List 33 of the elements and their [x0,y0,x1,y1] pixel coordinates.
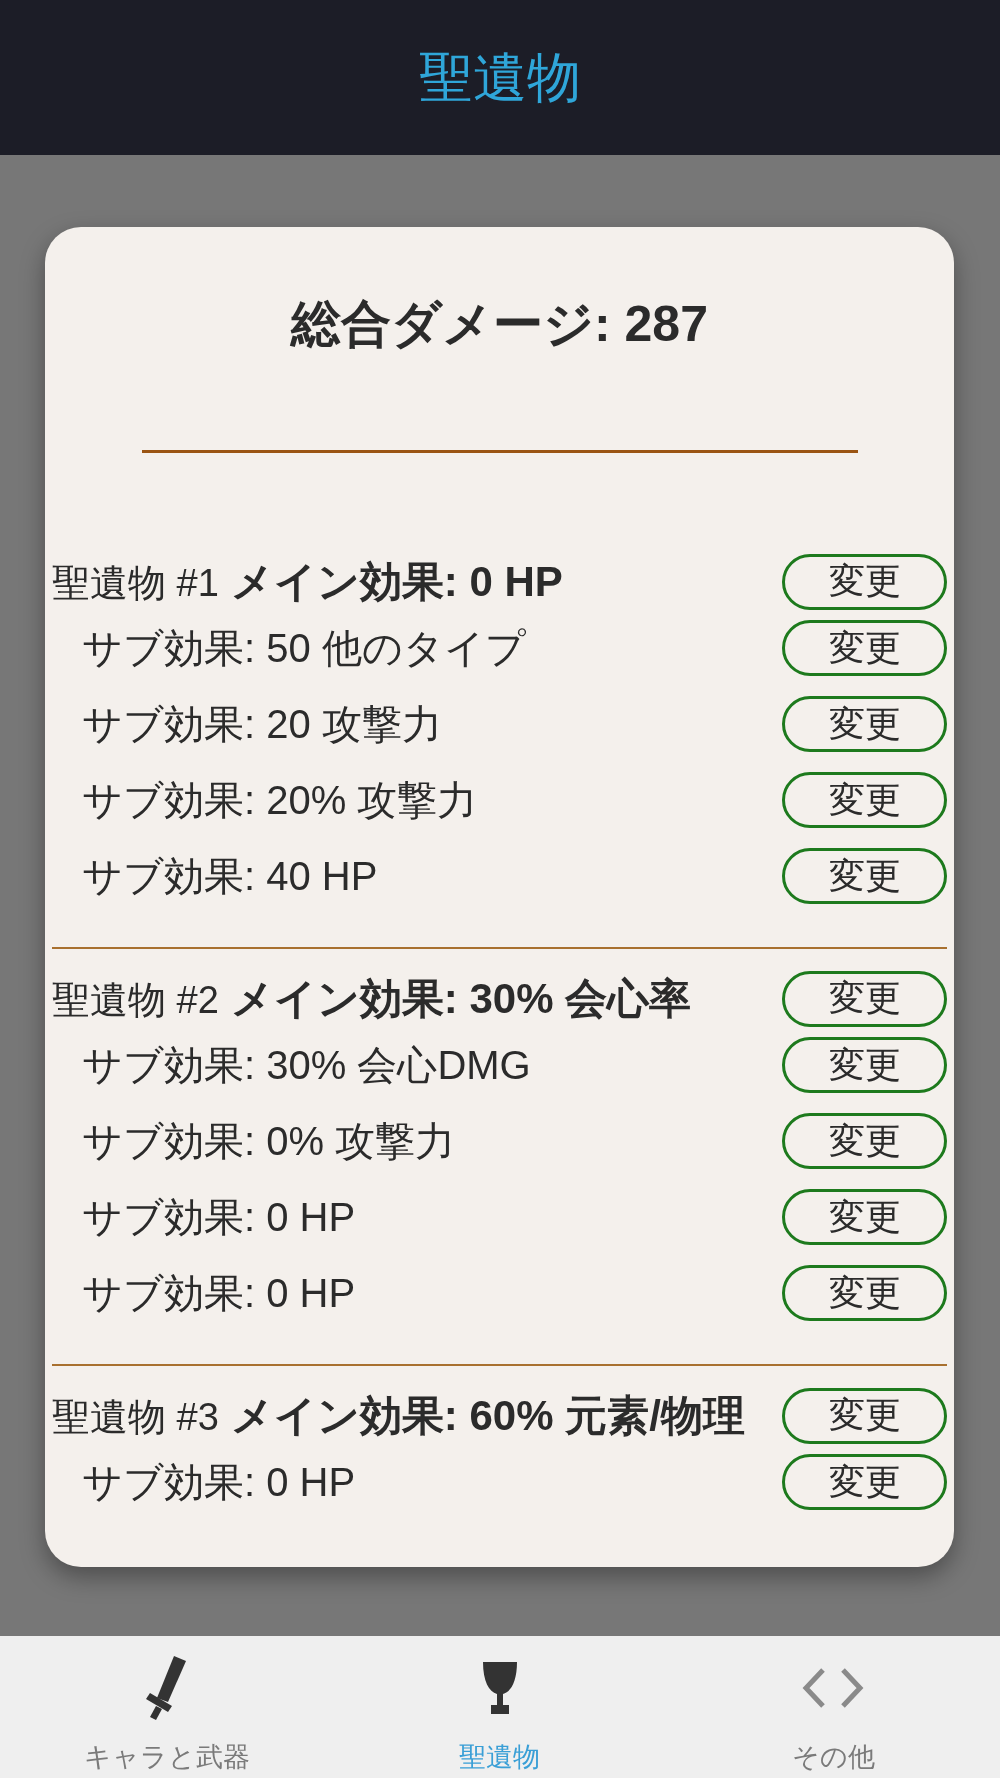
change-button[interactable]: 変更 [782,1113,947,1169]
main-effect-text: メイン効果: 30% 会心率 [230,973,692,1024]
total-damage-text: 総合ダメージ: 287 [291,295,708,354]
artifact-label: 聖遺物 #2 [52,977,219,1023]
main-effect-text: メイン効果: 0 HP [230,556,563,607]
change-button[interactable]: 変更 [782,970,947,1027]
code-icon [801,1667,866,1709]
sub-effect-text: サブ効果: 0 HP [82,1269,356,1317]
cup-icon [482,1661,518,1715]
change-button[interactable]: 変更 [782,620,947,676]
sub-effect-text: サブ効果: 0 HP [82,1193,356,1241]
change-button[interactable]: 変更 [782,848,947,904]
main-effect-text: メイン効果: 60% 元素/物理 [230,1390,745,1441]
sub-effect-text: サブ効果: 30% 会心DMG [82,1041,531,1089]
sub-effect-text: サブ効果: 0 HP [82,1458,356,1506]
nav-tab[interactable]: キャラと武器 [83,1656,250,1774]
artifact-label: 聖遺物 #3 [52,1394,219,1440]
change-button[interactable]: 変更 [782,1189,947,1245]
sub-effect-text: サブ効果: 0% 攻撃力 [82,1117,456,1165]
change-button[interactable]: 変更 [782,1387,947,1444]
change-button[interactable]: 変更 [782,553,947,610]
change-button[interactable]: 変更 [782,1454,947,1510]
change-button[interactable]: 変更 [782,772,947,828]
nav-tab[interactable]: その他 [791,1656,875,1774]
sub-effect-text: サブ効果: 20% 攻撃力 [82,776,478,824]
change-button[interactable]: 変更 [782,1037,947,1093]
sub-effect-text: サブ効果: 40 HP [82,852,378,900]
page-title: 聖遺物 [419,46,581,110]
change-button[interactable]: 変更 [782,1265,947,1321]
change-button[interactable]: 変更 [782,696,947,752]
artifact-label: 聖遺物 #1 [52,560,219,606]
sub-effect-text: サブ効果: 20 攻撃力 [82,700,442,748]
sub-effect-text: サブ効果: 50 他のタイプ [82,624,526,672]
